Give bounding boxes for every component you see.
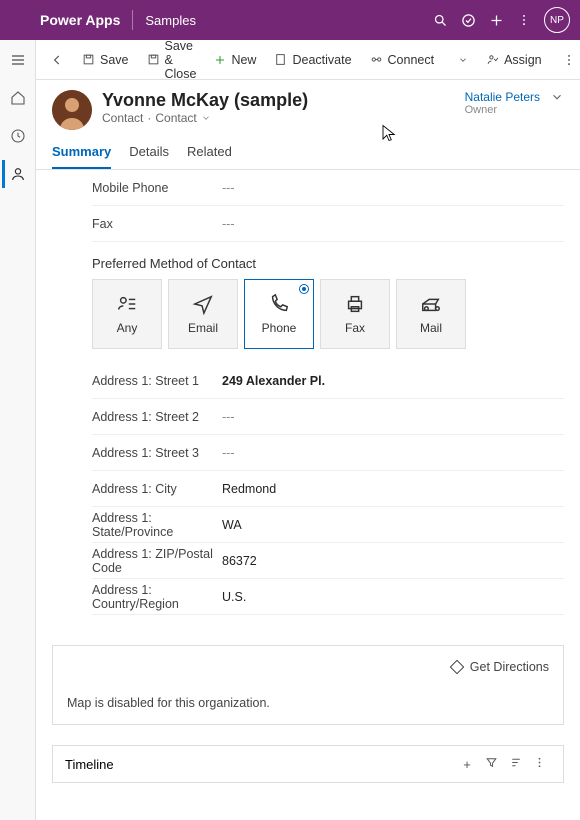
app-title: Power Apps bbox=[10, 12, 120, 28]
add-icon[interactable] bbox=[482, 6, 510, 34]
contacts-icon[interactable] bbox=[2, 160, 30, 188]
new-button[interactable]: New bbox=[206, 49, 264, 71]
back-button[interactable] bbox=[42, 49, 72, 71]
expand-header-icon[interactable] bbox=[550, 90, 564, 104]
search-icon[interactable] bbox=[426, 6, 454, 34]
map-card: Get Directions Map is disabled for this … bbox=[52, 645, 564, 725]
timeline-title: Timeline bbox=[65, 757, 114, 772]
get-directions-button[interactable]: Get Directions bbox=[450, 660, 549, 674]
tile-any[interactable]: Any bbox=[92, 279, 162, 349]
timeline-filter-icon[interactable] bbox=[479, 756, 503, 772]
country-label: Address 1: Country/Region bbox=[92, 583, 222, 611]
zip-label: Address 1: ZIP/Postal Code bbox=[92, 547, 222, 575]
pref-contact-label: Preferred Method of Contact bbox=[92, 242, 564, 279]
city-value[interactable]: Redmond bbox=[222, 482, 276, 496]
city-label: Address 1: City bbox=[92, 482, 222, 496]
state-label: Address 1: State/Province bbox=[92, 511, 222, 539]
form-tabs: Summary Details Related bbox=[36, 130, 580, 170]
overflow-icon[interactable] bbox=[554, 49, 580, 71]
chevron-down-icon[interactable] bbox=[201, 113, 211, 123]
record-header: Yvonne McKay (sample) Contact · Contact … bbox=[36, 80, 580, 130]
form-content: Mobile Phone--- Fax--- Preferred Method … bbox=[36, 170, 580, 820]
fax-value[interactable]: --- bbox=[222, 217, 235, 231]
app-header: Power Apps Samples NP bbox=[0, 0, 580, 40]
entity-label: Contact bbox=[102, 111, 143, 125]
street1-value[interactable]: 249 Alexander Pl. bbox=[222, 374, 325, 388]
site-nav bbox=[0, 40, 36, 820]
divider bbox=[132, 10, 133, 30]
task-icon[interactable] bbox=[454, 6, 482, 34]
directions-icon bbox=[450, 660, 464, 674]
deactivate-button[interactable]: Deactivate bbox=[266, 49, 359, 71]
save-close-button[interactable]: Save & Close bbox=[139, 40, 205, 85]
radio-icon bbox=[299, 284, 309, 294]
command-bar: Save Save & Close New Deactivate Connect… bbox=[36, 40, 580, 80]
connect-button[interactable]: Connect bbox=[362, 49, 443, 71]
fax-label: Fax bbox=[92, 217, 222, 231]
country-value[interactable]: U.S. bbox=[222, 590, 246, 604]
tile-email[interactable]: Email bbox=[168, 279, 238, 349]
tab-related[interactable]: Related bbox=[187, 144, 232, 169]
timeline-section: Timeline + bbox=[52, 745, 564, 783]
assign-button[interactable]: Assign bbox=[478, 49, 550, 71]
state-value[interactable]: WA bbox=[222, 518, 242, 532]
tile-phone[interactable]: Phone bbox=[244, 279, 314, 349]
tab-summary[interactable]: Summary bbox=[52, 144, 111, 169]
street2-value[interactable]: --- bbox=[222, 410, 235, 424]
user-avatar[interactable]: NP bbox=[544, 7, 570, 33]
owner-field[interactable]: Natalie Peters Owner bbox=[465, 90, 540, 116]
tile-mail[interactable]: Mail bbox=[396, 279, 466, 349]
save-button[interactable]: Save bbox=[74, 49, 137, 71]
contact-avatar bbox=[52, 90, 92, 130]
hamburger-icon[interactable] bbox=[4, 46, 32, 74]
recent-icon[interactable] bbox=[4, 122, 32, 150]
tile-fax[interactable]: Fax bbox=[320, 279, 390, 349]
street1-label: Address 1: Street 1 bbox=[92, 374, 222, 388]
map-disabled-msg: Map is disabled for this organization. bbox=[67, 674, 549, 710]
timeline-add-icon[interactable]: + bbox=[455, 757, 479, 772]
timeline-sort-icon[interactable] bbox=[503, 756, 527, 772]
street3-value[interactable]: --- bbox=[222, 446, 235, 460]
street3-label: Address 1: Street 3 bbox=[92, 446, 222, 460]
connect-dropdown[interactable] bbox=[450, 51, 476, 69]
mobile-value[interactable]: --- bbox=[222, 181, 235, 195]
home-icon[interactable] bbox=[4, 84, 32, 112]
zip-value[interactable]: 86372 bbox=[222, 554, 257, 568]
record-title: Yvonne McKay (sample) bbox=[102, 90, 465, 111]
more-icon[interactable] bbox=[510, 6, 538, 34]
tab-details[interactable]: Details bbox=[129, 144, 169, 169]
form-selector[interactable]: Contact bbox=[155, 111, 196, 125]
area-name[interactable]: Samples bbox=[145, 13, 196, 28]
timeline-more-icon[interactable] bbox=[527, 756, 551, 772]
mobile-label: Mobile Phone bbox=[92, 181, 222, 195]
street2-label: Address 1: Street 2 bbox=[92, 410, 222, 424]
contact-method-tiles: Any Email Phone Fax Mail bbox=[92, 279, 564, 349]
